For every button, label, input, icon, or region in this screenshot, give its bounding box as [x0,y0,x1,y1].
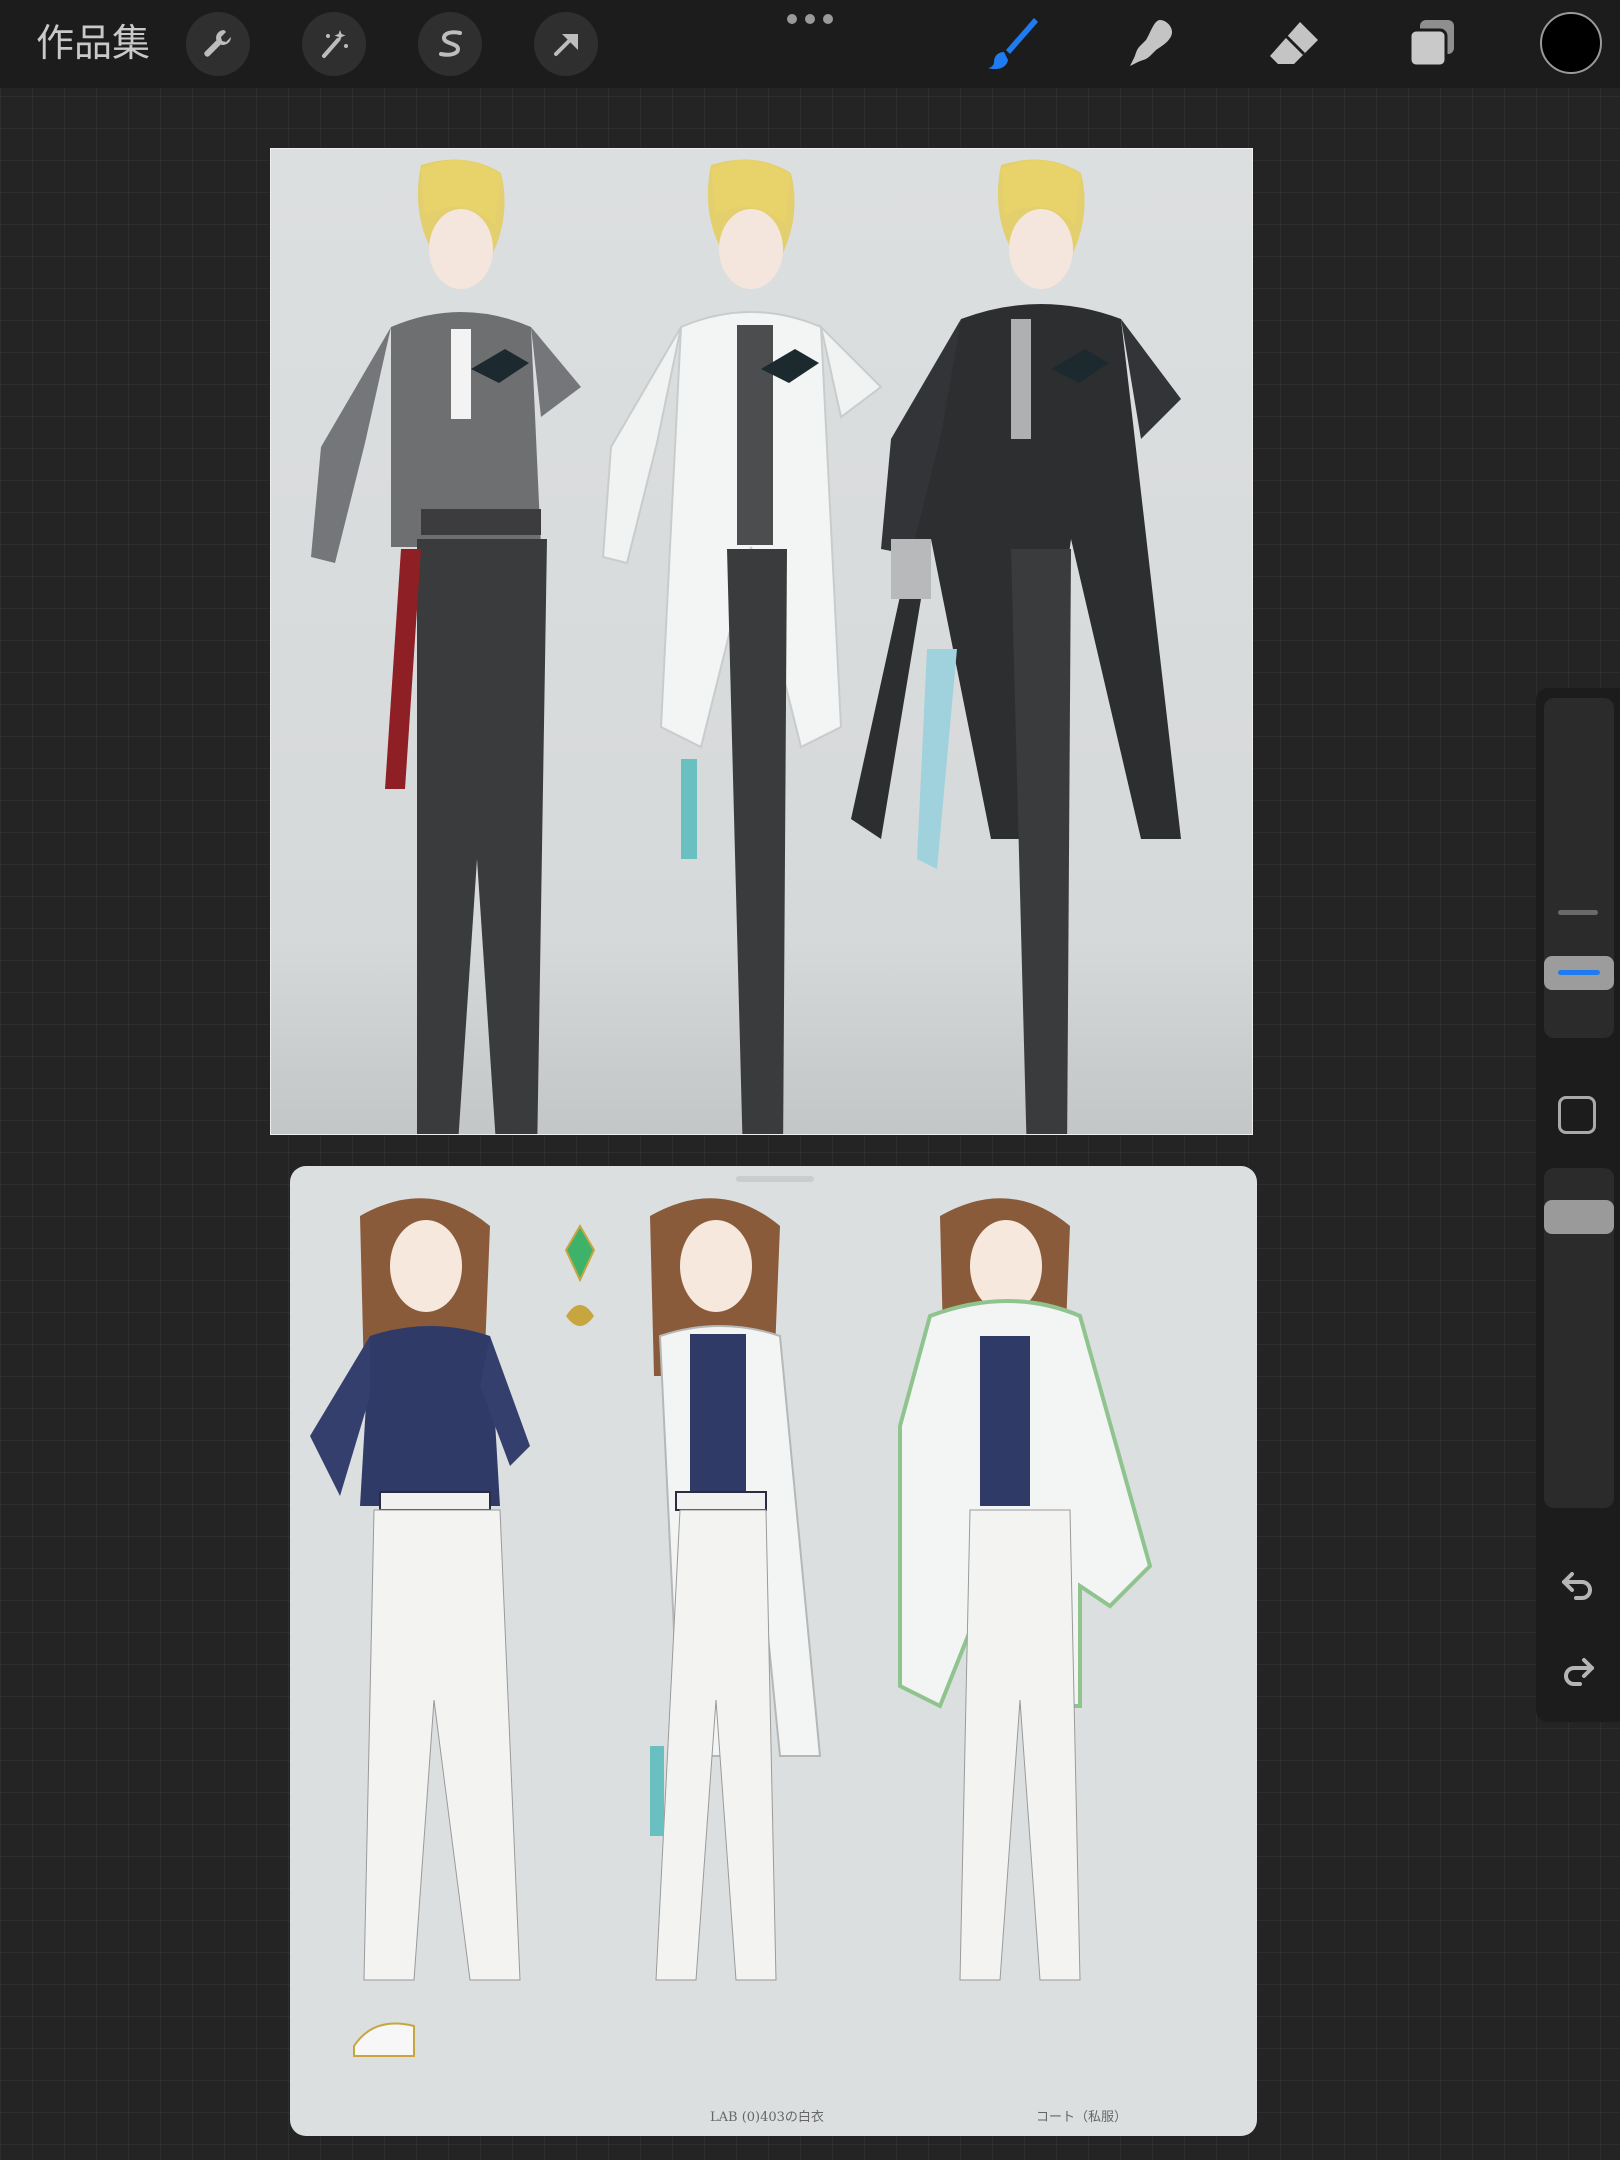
adjustments-button[interactable] [302,12,366,76]
canvas-bottom-artwork[interactable]: LAB (0)403の白衣 コート（私服） [290,1166,1257,2136]
redo-icon [1564,1658,1594,1686]
magic-wand-icon [322,30,348,58]
undo-icon [1562,1572,1592,1600]
slider-tick [1558,910,1598,915]
eraser-icon [1270,22,1318,64]
caption-lab-coat: LAB (0)403の白衣 [710,2110,824,2125]
transform-arrow-icon [554,34,578,56]
selection-icon [439,30,462,57]
color-picker-button[interactable] [1540,12,1602,74]
smudge-icon [1130,20,1172,66]
actions-button[interactable] [186,12,250,76]
selection-button[interactable] [418,12,482,76]
character-figure-group [310,1198,1153,2057]
caption-coat: コート（私服） [1036,2110,1128,2125]
eraser-tool-button[interactable] [1262,14,1326,74]
transform-button[interactable] [534,12,598,76]
smudge-tool-button[interactable] [1120,14,1184,74]
top-toolbar: 作品集 [0,0,1620,88]
undo-button[interactable] [1556,1564,1600,1608]
canvas-top-artwork[interactable] [270,148,1253,1135]
layers-icon [1408,20,1454,68]
brush-size-indicator [1558,970,1600,975]
gallery-button[interactable]: 作品集 [36,18,150,68]
brush-tool-button[interactable] [980,14,1044,74]
redo-button[interactable] [1556,1650,1600,1694]
modify-button[interactable] [1558,1096,1596,1134]
brush-size-handle[interactable] [1544,956,1614,990]
side-toolbar [1536,688,1620,1722]
opacity-handle[interactable] [1544,1200,1614,1234]
brush-icon [988,18,1038,70]
more-options-icon[interactable] [786,12,834,26]
character-figure-grey-suit [311,159,1181,1134]
layers-button[interactable] [1400,14,1464,74]
wrench-icon [204,30,231,57]
